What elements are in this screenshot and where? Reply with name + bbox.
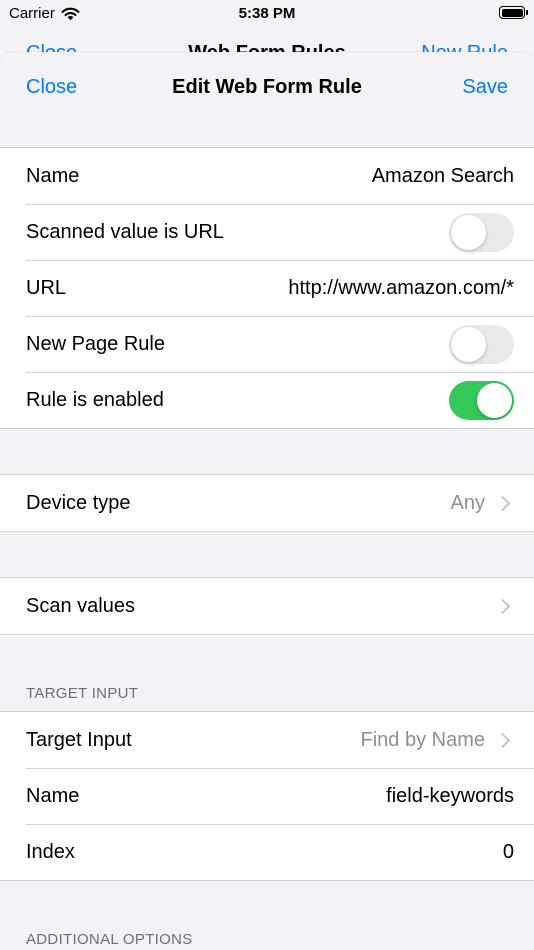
new-page-row: New Page Rule — [0, 316, 534, 372]
toggle-knob — [451, 214, 486, 250]
battery-fill — [501, 8, 523, 17]
chevron-right-icon — [494, 732, 511, 748]
index-value: 0 — [502, 840, 514, 863]
url-row[interactable]: URL http://www.amazon.com/* — [0, 260, 534, 316]
target-input-header: TARGET INPUT — [26, 685, 139, 702]
edit-rule-sheet: Close Edit Web Form Rule Save Name Amazo… — [0, 52, 534, 950]
chevron-right-icon — [494, 598, 511, 614]
new-page-label: New Page Rule — [26, 332, 165, 355]
additional-options-header: ADDITIONAL OPTIONS — [26, 931, 193, 948]
chevron-right-icon — [494, 495, 511, 511]
scanned-url-toggle[interactable] — [449, 212, 514, 252]
rule-settings-group: Name Amazon Search Scanned value is URL … — [0, 147, 534, 429]
page-title: Edit Web Form Rule — [172, 76, 362, 98]
battery-icon — [499, 6, 528, 19]
index-row[interactable]: Index 0 — [0, 824, 534, 880]
scan-values-label: Scan values — [26, 594, 135, 617]
status-time: 5:38 PM — [238, 5, 296, 22]
scan-group: Scan values — [0, 577, 534, 635]
target-input-value: Find by Name — [360, 728, 486, 751]
scanned-url-label: Scanned value is URL — [26, 220, 224, 243]
name-row[interactable]: Name Amazon Search — [0, 148, 534, 204]
url-value: http://www.amazon.com/* — [288, 276, 514, 299]
target-input-label: Target Input — [26, 728, 132, 751]
device-type-row[interactable]: Device type Any — [0, 475, 534, 531]
status-bar: Carrier 5:38 PM — [0, 0, 534, 30]
index-label: Index — [26, 840, 75, 863]
name-label: Name — [26, 164, 80, 187]
new-page-toggle[interactable] — [449, 324, 514, 364]
device-type-value: Any — [450, 491, 485, 514]
target-name-label: Name — [26, 784, 80, 807]
toggle-knob — [477, 382, 512, 418]
scanned-url-row: Scanned value is URL — [0, 204, 534, 260]
enabled-row: Rule is enabled — [0, 372, 534, 428]
scan-values-row[interactable]: Scan values — [0, 578, 534, 634]
save-button[interactable]: Save — [462, 76, 508, 99]
device-group: Device type Any — [0, 474, 534, 532]
nav-bar: Close Edit Web Form Rule Save — [0, 52, 534, 124]
target-name-row[interactable]: Name field-keywords — [0, 768, 534, 824]
enabled-toggle[interactable] — [449, 380, 514, 420]
target-name-value: field-keywords — [386, 784, 514, 807]
toggle-knob — [451, 326, 486, 362]
url-label: URL — [26, 276, 67, 299]
target-input-row[interactable]: Target Input Find by Name — [0, 712, 534, 768]
device-type-label: Device type — [26, 491, 131, 514]
target-input-group: Target Input Find by Name Name field-key… — [0, 711, 534, 881]
enabled-label: Rule is enabled — [26, 388, 164, 411]
name-value: Amazon Search — [371, 164, 514, 187]
